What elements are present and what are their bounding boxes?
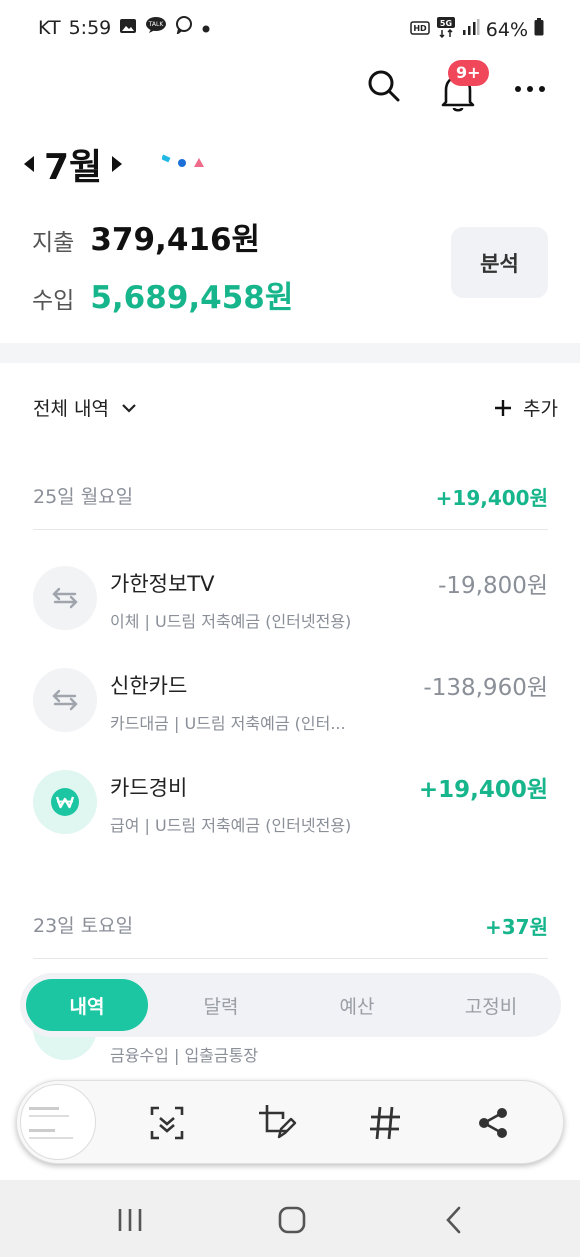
5g-icon: 5G	[436, 16, 456, 43]
battery-label: 64%	[485, 18, 528, 41]
add-button[interactable]: 추가	[493, 394, 558, 421]
transaction-amount: -19,800원	[438, 573, 548, 599]
transfer-icon	[33, 668, 97, 732]
day-header: 25일 월요일 +19,400원	[33, 482, 548, 511]
recent-apps-icon[interactable]	[110, 1204, 150, 1236]
bottom-tab-bar: 내역 달력 예산 고정비	[20, 973, 561, 1037]
divider	[33, 958, 548, 959]
screenshot-thumbnail[interactable]	[20, 1084, 96, 1160]
month-selector: 7월	[24, 138, 212, 190]
svg-text:5G: 5G	[440, 19, 452, 28]
expense-value: 379,416원	[90, 222, 261, 258]
expense-label: 지출	[32, 230, 75, 256]
gallery-icon	[119, 17, 137, 39]
signal-icon	[462, 18, 480, 41]
day-date: 25일 월요일	[33, 486, 134, 508]
filter-label: 전체 내역	[33, 398, 109, 420]
hd-icon: HD	[410, 19, 430, 41]
transaction-row[interactable]: 카드경비 급여 | U드림 저축예금 (인터넷전용) +19,400원	[33, 770, 548, 850]
transaction-sub: 금융수입 | 입출금통장	[110, 1046, 259, 1065]
income-label: 수입	[32, 288, 75, 314]
notification-button[interactable]: 9+	[438, 60, 489, 112]
transaction-sub: 급여 | U드림 저축예금 (인터넷전용)	[110, 816, 352, 835]
battery-icon	[534, 18, 544, 41]
add-label: 추가	[523, 398, 558, 420]
tab-history[interactable]: 내역	[26, 979, 148, 1031]
transfer-icon	[33, 566, 97, 630]
status-bar: KT 5:59 TALK HD 5G 64%	[0, 0, 580, 56]
transaction-sub: 이체 | U드림 저축예금 (인터넷전용)	[110, 612, 352, 631]
transaction-row[interactable]: 신한카드 카드대금 | U드림 저축예금 (인터... -138,960원	[33, 668, 548, 748]
month-label[interactable]: 7월	[44, 138, 102, 190]
svg-text:HD: HD	[413, 24, 427, 33]
system-nav-bar	[0, 1180, 580, 1257]
chat-bubble-icon	[175, 16, 193, 39]
day-date: 23일 토요일	[33, 915, 134, 937]
transaction-name: 신한카드	[110, 674, 188, 698]
header-actions: 9+	[366, 60, 546, 112]
home-icon[interactable]	[272, 1204, 312, 1236]
plus-icon	[495, 399, 512, 416]
transaction-sub: 카드대금 | U드림 저축예금 (인터...	[110, 714, 346, 733]
transaction-amount: -138,960원	[423, 675, 548, 701]
screenshot-toolbar	[16, 1080, 564, 1164]
filter-dropdown[interactable]: 전체 내역	[33, 394, 137, 421]
expense-summary: 지출 379,416원	[32, 214, 260, 259]
crop-edit-icon[interactable]	[255, 1101, 299, 1145]
next-month-icon[interactable]	[112, 156, 123, 172]
transaction-name: 가한정보TV	[110, 572, 215, 596]
won-icon	[33, 770, 97, 834]
carrier-label: KT	[38, 16, 61, 39]
scroll-capture-icon[interactable]	[145, 1101, 189, 1145]
divider	[33, 529, 548, 530]
clock: 5:59	[68, 16, 112, 39]
tab-fixed-expense[interactable]: 고정비	[430, 979, 552, 1031]
tab-budget[interactable]: 예산	[296, 979, 418, 1031]
day-total: +19,400원	[435, 486, 548, 510]
dot-icon	[201, 17, 211, 39]
day-header: 23일 토요일 +37원	[33, 911, 548, 940]
notification-badge: 9+	[448, 60, 489, 86]
hashtag-icon[interactable]	[363, 1101, 407, 1145]
transaction-name: 카드경비	[110, 776, 188, 800]
back-icon[interactable]	[434, 1204, 474, 1236]
share-icon[interactable]	[471, 1101, 515, 1145]
search-icon[interactable]	[366, 68, 402, 108]
income-summary: 수입 5,689,458원	[32, 272, 293, 317]
talk-icon: TALK	[145, 16, 167, 39]
transaction-amount: +19,400원	[418, 777, 548, 803]
tab-calendar[interactable]: 달력	[160, 979, 282, 1031]
day-total: +37원	[485, 915, 548, 939]
confetti-icon	[161, 154, 212, 174]
prev-month-icon[interactable]	[24, 156, 34, 172]
svg-text:TALK: TALK	[148, 21, 165, 28]
section-divider	[0, 343, 580, 363]
income-value: 5,689,458원	[90, 280, 294, 316]
more-icon[interactable]	[514, 79, 546, 98]
analysis-button[interactable]: 분석	[451, 227, 548, 298]
transaction-row[interactable]: 가한정보TV 이체 | U드림 저축예금 (인터넷전용) -19,800원	[33, 566, 548, 646]
chevron-down-icon	[122, 403, 136, 413]
